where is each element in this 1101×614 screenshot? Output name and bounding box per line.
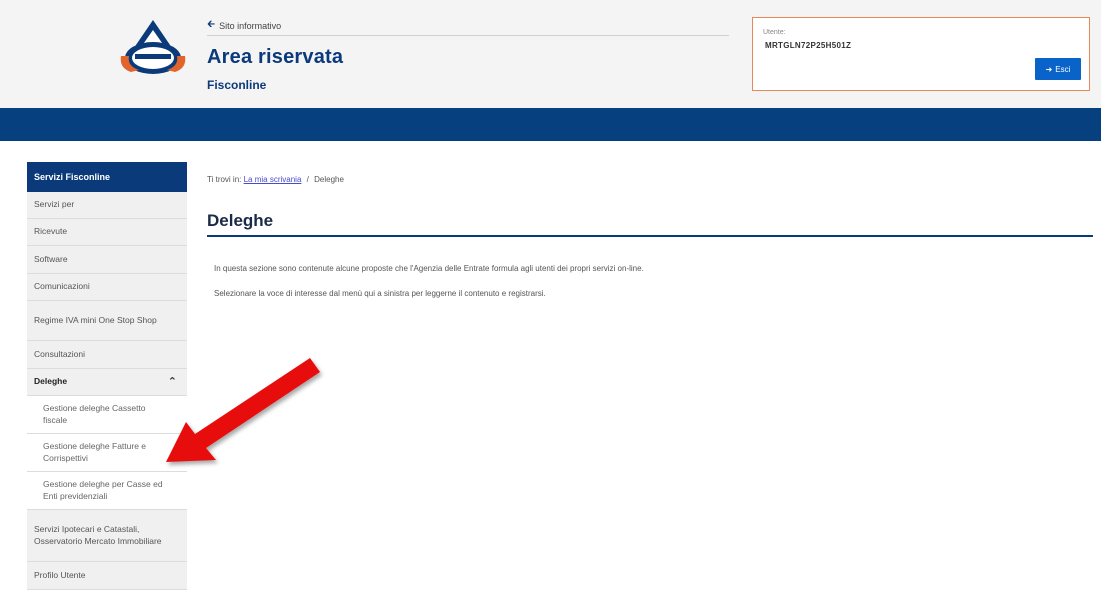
breadcrumb-separator: / <box>306 175 309 184</box>
title-divider <box>207 235 1093 237</box>
sidebar-item-comunicazioni[interactable]: Comunicazioni <box>27 274 187 301</box>
sidebar-item-software[interactable]: Software <box>27 246 187 274</box>
instruction-paragraph: Selezionare la voce di interesse dal men… <box>214 289 546 298</box>
user-code: MRTGLN72P25H501Z <box>765 41 852 50</box>
sidebar-item-servizi-per[interactable]: Servizi per <box>27 192 187 219</box>
logout-button[interactable]: ➜ Esci <box>1035 58 1081 80</box>
site-info-label: Sito informativo <box>219 20 282 31</box>
sidebar-item-regime-iva[interactable]: Regime IVA mini One Stop Shop <box>27 301 187 341</box>
sidebar-item-servizi-ipotecari[interactable]: Servizi Ipotecari e Catastali, Osservato… <box>27 510 187 562</box>
breadcrumb-prefix: Ti trovi in: <box>207 175 242 184</box>
sidebar-item-ricevute[interactable]: Ricevute <box>27 219 187 246</box>
nav-bar <box>0 108 1101 141</box>
logout-icon: ➜ <box>1045 64 1053 74</box>
sidebar-item-profilo-utente[interactable]: Profilo Utente <box>27 562 187 590</box>
header-divider <box>207 35 729 36</box>
user-box: Utente: MRTGLN72P25H501Z ➜ Esci <box>752 17 1090 91</box>
intro-paragraph: In questa sezione sono contenute alcune … <box>214 264 644 273</box>
breadcrumb-current: Deleghe <box>314 175 344 184</box>
app-subtitle: Fisconline <box>207 78 267 92</box>
sidebar-header[interactable]: Servizi Fisconline <box>27 162 187 192</box>
header: 🡰 Sito informativo Area riservata Fiscon… <box>0 0 1101 108</box>
red-arrow-annotation <box>166 358 320 462</box>
site-info-link[interactable]: 🡰 Sito informativo <box>207 17 281 34</box>
app-title: Area riservata <box>207 46 344 68</box>
breadcrumb-link[interactable]: La mia scrivania <box>244 175 302 184</box>
page-title: Deleghe <box>207 211 274 230</box>
logout-label: Esci <box>1055 64 1071 74</box>
arrow-left-icon: 🡰 <box>207 19 216 30</box>
user-label: Utente: <box>763 29 786 36</box>
sidebar-item-deleghe-label: Deleghe <box>34 376 68 387</box>
agenzia-entrate-logo[interactable] <box>117 18 189 78</box>
breadcrumb: Ti trovi in: La mia scrivania / Deleghe <box>207 175 344 184</box>
